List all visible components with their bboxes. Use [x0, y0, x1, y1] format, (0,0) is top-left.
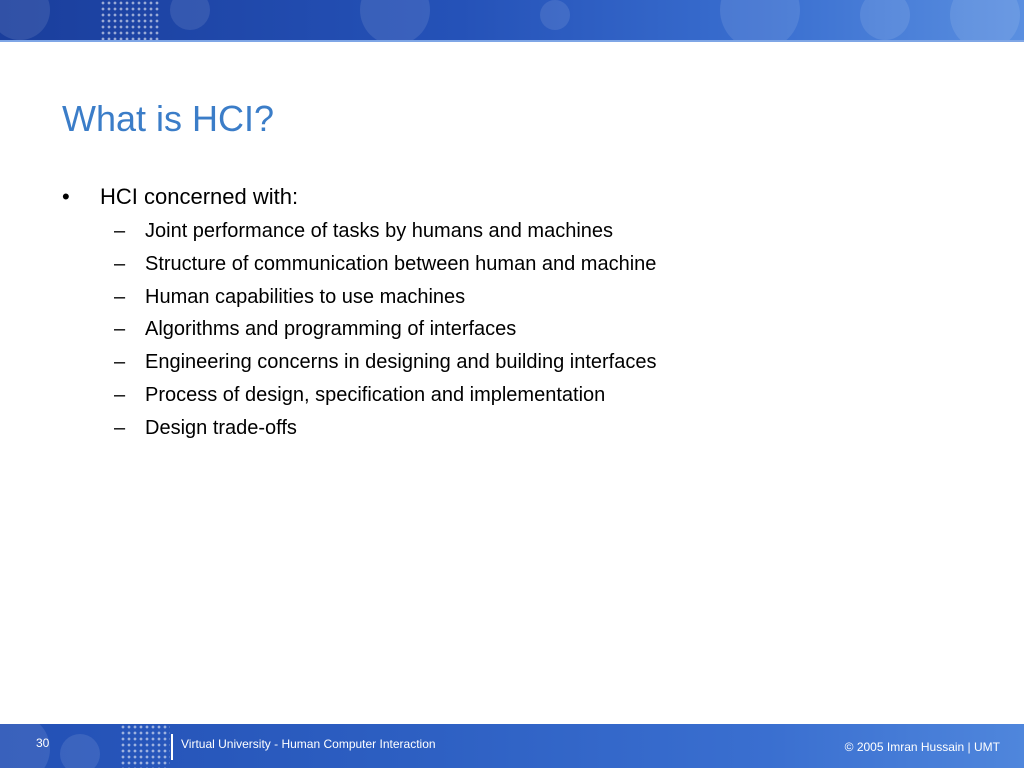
bubble-decoration [950, 0, 1020, 42]
page-number: 30 [36, 736, 50, 750]
bubble-decoration [720, 0, 800, 42]
dash-marker: – [114, 351, 126, 374]
subitem: – Structure of communication between huma… [114, 253, 962, 286]
dash-marker: – [114, 252, 126, 275]
copyright-notice: © 2005 Imran Hussain | UMT [844, 740, 1000, 754]
bubble-decoration [0, 0, 50, 40]
subitem-text: Design trade-offs [145, 416, 297, 439]
bubble-decoration [60, 734, 100, 768]
slide: What is HCI? • HCI concerned with: – Join… [0, 0, 1024, 768]
top-decorative-band [0, 0, 1024, 42]
bullet-marker: • [62, 184, 70, 209]
subitem-text: Engineering concerns in designing and bu… [145, 351, 657, 374]
subitem-text: Process of design, specification and imp… [145, 383, 606, 406]
dot-pattern-bottom [120, 724, 170, 768]
subitem: – Human capabilities to use machines [114, 286, 962, 319]
bubble-decoration [540, 0, 570, 30]
course-name: Virtual University - Human Computer Inte… [181, 737, 436, 751]
footer-divider [171, 734, 173, 760]
subitem-text: Algorithms and programming of interfaces [145, 318, 517, 341]
footer-band: 30 Virtual University - Human Computer I… [0, 724, 1024, 768]
dot-pattern-top [100, 0, 160, 42]
subitem: – Joint performance of tasks by humans an… [114, 220, 962, 253]
bubble-decoration [860, 0, 910, 40]
subitem-text: Joint performance of tasks by humans and… [145, 220, 614, 242]
bubble-decoration [170, 0, 210, 30]
subitem-list: – Joint performance of tasks by humans an… [62, 220, 962, 450]
bullet-item: • HCI concerned with: [62, 184, 962, 210]
bullet-text: HCI concerned with: [100, 184, 299, 209]
dash-marker: – [114, 416, 126, 439]
slide-content: • HCI concerned with: – Joint performance… [62, 184, 962, 450]
dash-marker: – [114, 318, 126, 341]
dash-marker: – [114, 220, 126, 242]
subitem: – Process of design, specification and im… [114, 384, 962, 417]
subitem: – Algorithms and programming of interface… [114, 318, 962, 351]
subitem-text: Structure of communication between human… [145, 252, 657, 275]
subitem: – Engineering concerns in designing and b… [114, 351, 962, 384]
dash-marker: – [114, 383, 126, 406]
dash-marker: – [114, 285, 126, 308]
subitem: – Design trade-offs [114, 417, 962, 450]
bubble-decoration [360, 0, 430, 42]
subitem-text: Human capabilities to use machines [145, 285, 466, 308]
slide-title: What is HCI? [62, 98, 275, 139]
